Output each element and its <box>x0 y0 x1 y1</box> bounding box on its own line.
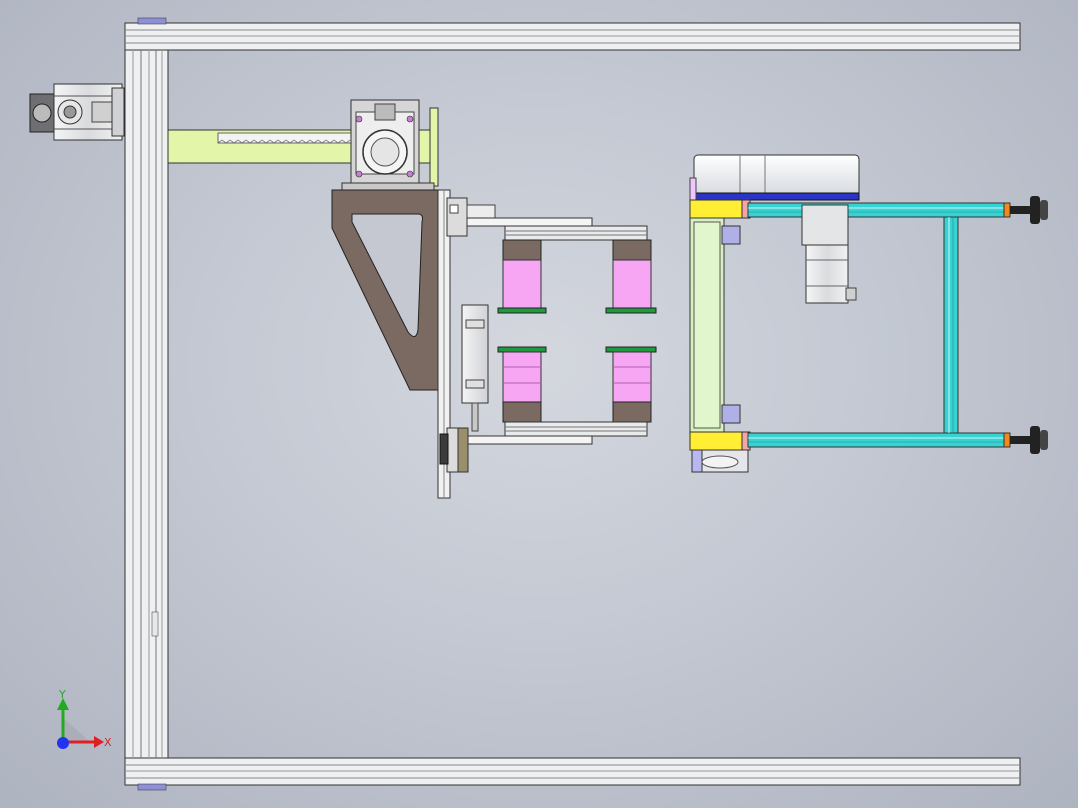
axis-label-x: X <box>104 736 112 749</box>
right-station <box>689 154 1048 473</box>
axis-triad[interactable]: Y X <box>57 688 112 749</box>
cad-viewport[interactable]: Y X <box>0 0 1078 808</box>
frame-left-post <box>124 49 169 759</box>
frame-top-beam <box>124 17 1021 51</box>
triad-plane-icon <box>63 718 90 742</box>
axis-label-y: Y <box>58 688 66 701</box>
gripper-assembly <box>439 197 657 473</box>
model-canvas[interactable]: Y X <box>0 0 1078 808</box>
z-axis-dot-icon <box>57 737 69 749</box>
brown-support-bracket <box>331 189 451 499</box>
left-servo-motor <box>29 83 125 141</box>
x-arrowhead-icon <box>94 736 104 748</box>
frame-bottom-beam <box>124 757 1021 791</box>
